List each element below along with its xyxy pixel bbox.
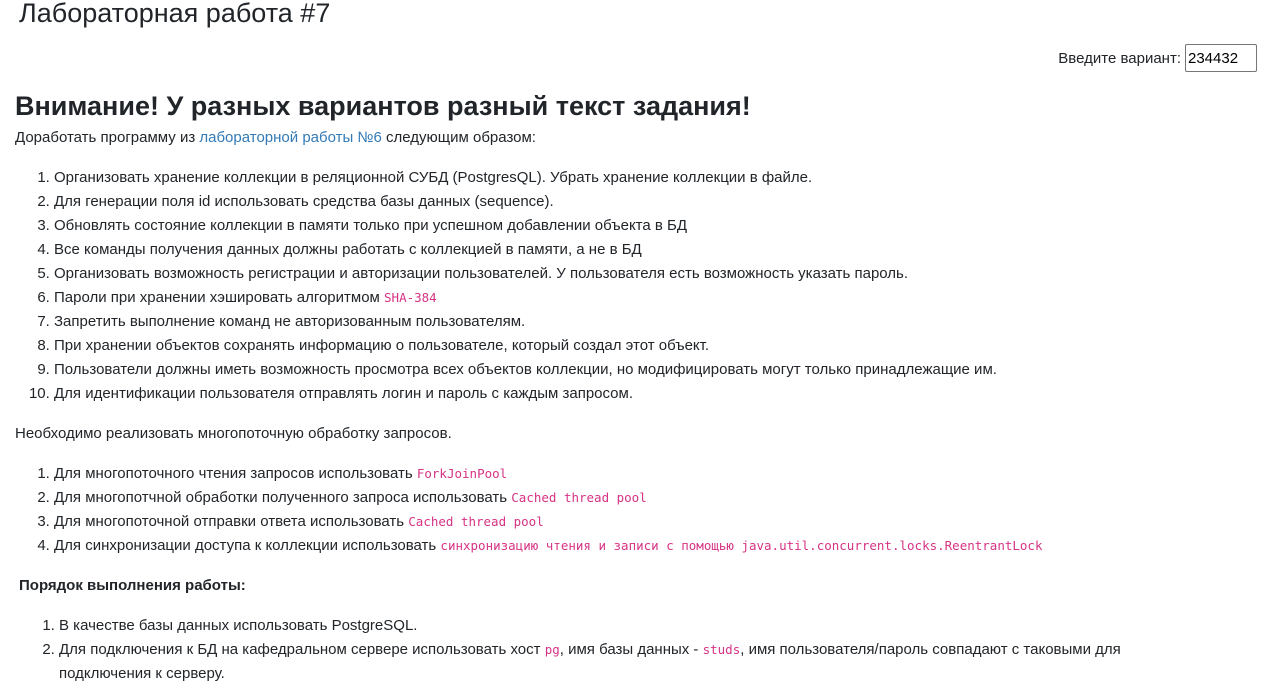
list-item: Для идентификации пользователя отправлят… [54,382,1265,406]
variant-label: Введите вариант: [1058,49,1181,67]
list-item-text: Для синхронизации доступа к коллекции ис… [54,537,441,554]
list-item-text: , имя базы данных - [559,641,703,658]
list-item: Организовать возможность регистрации и а… [54,262,1265,286]
page-title: Лабораторная работа #7 [19,0,331,28]
list-item-text: В качестве базы данных использовать Post… [59,617,418,634]
list-item-text: Для генерации поля id использовать средс… [54,193,554,210]
list-item-text: Организовать возможность регистрации и а… [54,265,909,282]
list-item-text: Все команды получения данных должны рабо… [54,241,642,258]
order-list: В качестве базы данных использовать Post… [15,614,1265,686]
database-code: studs [702,642,741,657]
host-code: pg [544,642,560,657]
hash-algorithm-code: SHA-384 [384,290,437,305]
inline-code: Cached thread pool [408,514,544,529]
multithread-paragraph: Необходимо реализовать многопоточную обр… [15,425,452,442]
inline-code: ForkJoinPool [416,466,508,481]
list-item: Пользователи должны иметь возможность пр… [54,358,1265,382]
list-item: Для многопоточной отправки ответа исполь… [54,510,1265,534]
list-item: Обновлять состояние коллекции в памяти т… [54,214,1265,238]
intro-paragraph: Доработать программу из лабораторной раб… [15,126,1265,150]
list-item-text: Пользователи должны иметь возможность пр… [54,361,997,378]
list-item: Все команды получения данных должны рабо… [54,238,1265,262]
list-item: Пароли при хранении хэшировать алгоритмо… [54,286,1265,310]
assignment-content: Внимание! У разных вариантов разный текс… [15,86,1265,686]
list-item: Для генерации поля id использовать средс… [54,190,1265,214]
list-item: Для многопотчной обработки полученного з… [54,486,1265,510]
list-item-text: Обновлять состояние коллекции в памяти т… [54,217,688,234]
inline-code: Cached thread pool [511,490,647,505]
list-item-text: Для подключения к БД на кафедральном сер… [59,641,545,658]
list-item-text: При хранении объектов сохранять информац… [54,337,710,354]
list-item: Для подключения к БД на кафедральном сер… [59,638,1189,686]
list-item-text: Для многопоточной отправки ответа исполь… [54,513,409,530]
variant-row: Введите вариант: [1058,44,1257,72]
list-item-text: Организовать хранение коллекции в реляци… [54,169,813,186]
order-heading: Порядок выполнения работы: [19,577,246,594]
page: Лабораторная работа #7 Введите вариант: … [0,0,1276,689]
list-item-text: Для многопоточного чтения запросов испол… [54,465,417,482]
list-item: Для многопоточного чтения запросов испол… [54,462,1265,486]
list-item: При хранении объектов сохранять информац… [54,334,1265,358]
list-item: Для синхронизации доступа к коллекции ис… [54,534,1265,558]
list-item-text: Запретить выполнение команд не авторизов… [54,313,526,330]
inline-code: синхронизацию чтения и записи с помощью … [440,538,1043,553]
requirements-list: Организовать хранение коллекции в реляци… [15,166,1265,406]
list-item-text: Пароли при хранении хэшировать алгоритмо… [54,289,385,306]
intro-text-after: следующим образом: [381,129,536,146]
intro-text-before: Доработать программу из [15,129,200,146]
list-item: Организовать хранение коллекции в реляци… [54,166,1265,190]
warning-heading: Внимание! У разных вариантов разный текс… [15,91,751,121]
multithread-list: Для многопоточного чтения запросов испол… [15,462,1265,558]
list-item: Запретить выполнение команд не авторизов… [54,310,1265,334]
lab6-link[interactable]: лабораторной работы №6 [199,129,381,146]
variant-input[interactable] [1185,44,1257,72]
list-item: В качестве базы данных использовать Post… [59,614,1265,638]
list-item-text: Для идентификации пользователя отправлят… [54,385,634,402]
list-item-text: Для многопотчной обработки полученного з… [54,489,512,506]
